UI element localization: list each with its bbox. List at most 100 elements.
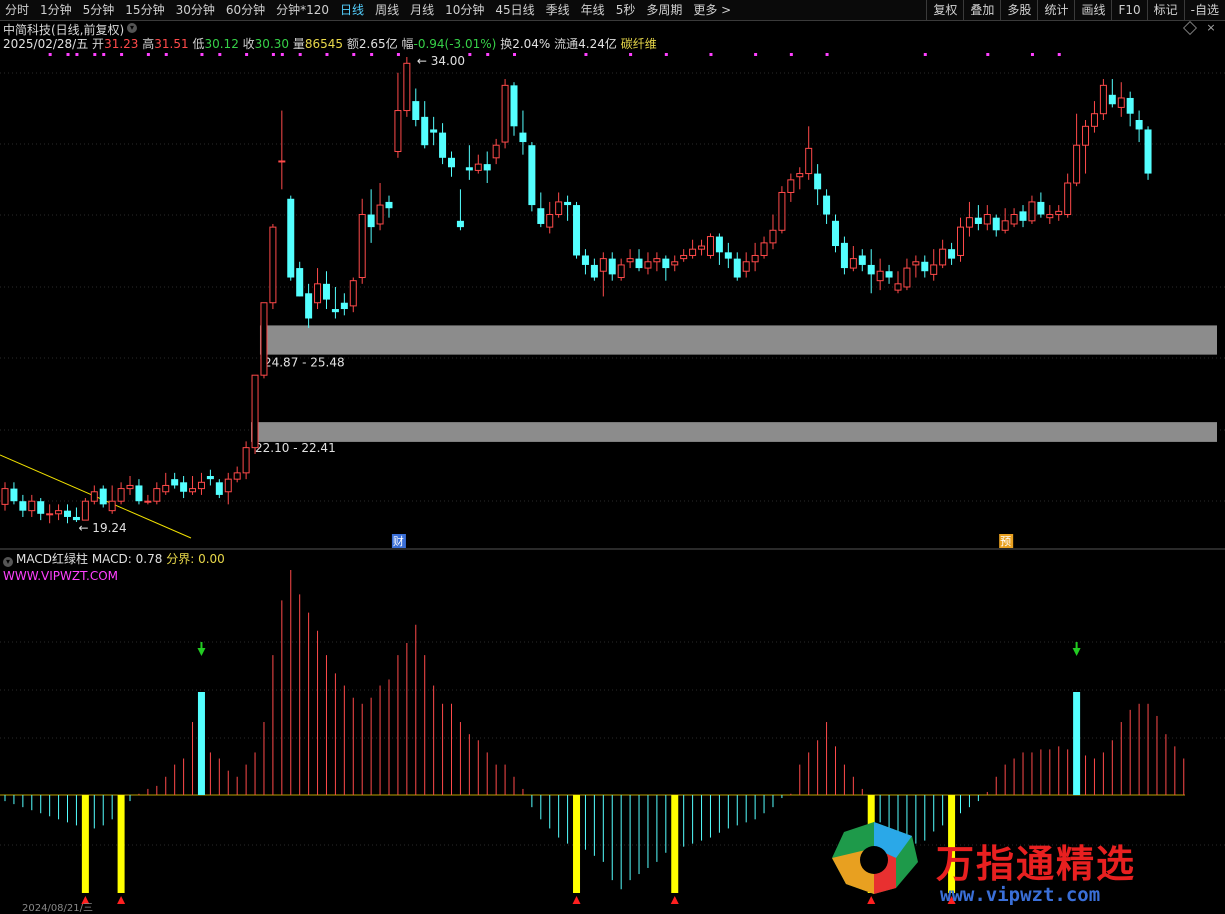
tool-button-1[interactable]: 叠加	[963, 0, 1000, 20]
candle-body	[662, 258, 670, 269]
candle-body	[55, 510, 63, 515]
candle-body	[233, 472, 241, 480]
candle-body	[510, 85, 518, 127]
candle-body	[930, 264, 938, 275]
candle-body	[760, 242, 768, 256]
float-label: 流通	[554, 37, 579, 51]
tool-buttons: 复权 叠加 多股 统计 画线 F10 标记 -自选	[926, 0, 1225, 20]
candle-body	[1073, 144, 1081, 184]
chevron-down-icon[interactable]: ▾	[3, 557, 13, 567]
candle-body	[590, 264, 598, 278]
top-marker	[102, 53, 106, 56]
candle-body	[367, 214, 375, 228]
candle-body	[921, 261, 929, 272]
tab-period-6[interactable]: 分钟*120	[271, 0, 335, 20]
tab-period-8[interactable]: 周线	[370, 0, 405, 20]
tab-period-0[interactable]: 分时	[0, 0, 35, 20]
concept-tag[interactable]: 碳纤维	[621, 37, 657, 51]
tab-period-5[interactable]: 60分钟	[221, 0, 271, 20]
tab-period-15[interactable]: 多周期	[641, 0, 688, 20]
candle-body	[769, 229, 777, 244]
tab-period-14[interactable]: 5秒	[611, 0, 642, 20]
candle-body	[894, 283, 902, 291]
top-marker	[164, 53, 168, 56]
tab-period-4[interactable]: 30分钟	[171, 0, 221, 20]
top-marker	[1030, 53, 1034, 56]
high-price-label: ← 34.00	[417, 54, 465, 68]
candle-body	[269, 226, 277, 304]
tab-period-9[interactable]: 月线	[405, 0, 440, 20]
candle-body	[403, 62, 411, 112]
candle-body	[555, 201, 563, 216]
candle-body	[251, 374, 259, 449]
candle-body	[1090, 113, 1098, 127]
candle-body	[1010, 214, 1018, 225]
candle-body	[706, 236, 714, 256]
candle-body	[430, 129, 438, 133]
top-marker	[75, 53, 79, 56]
candle-body	[689, 248, 697, 256]
candle-body	[394, 110, 402, 153]
tab-period-13[interactable]: 年线	[576, 0, 611, 20]
top-marker	[325, 53, 329, 56]
candle-body	[876, 270, 884, 282]
candle-body	[528, 145, 536, 206]
candle-body	[135, 485, 143, 502]
candle-body	[653, 258, 661, 263]
tab-period-16[interactable]: 更多 >	[688, 0, 737, 20]
candle-body	[537, 208, 545, 224]
candle-body	[546, 214, 554, 228]
top-marker	[396, 53, 400, 56]
change-value: -0.94(-3.01%)	[413, 37, 497, 51]
candle-body	[197, 481, 205, 490]
candle-body	[671, 261, 679, 266]
candle-body	[456, 220, 464, 228]
tab-period-2[interactable]: 5分钟	[78, 0, 121, 20]
candle-body	[305, 293, 313, 319]
turnover-label: 换	[500, 37, 513, 51]
candle-body	[778, 191, 786, 231]
top-marker	[271, 53, 275, 56]
top-marker	[584, 53, 588, 56]
tab-period-12[interactable]: 季线	[541, 0, 576, 20]
amount-label: 额	[346, 37, 359, 51]
candle-body	[37, 501, 45, 514]
tab-period-1[interactable]: 1分钟	[35, 0, 78, 20]
candle-body	[796, 173, 804, 178]
candle-body	[99, 488, 107, 505]
candle-body	[260, 302, 268, 376]
tab-period-11[interactable]: 45日线	[490, 0, 540, 20]
tool-button-0[interactable]: 复权	[926, 0, 963, 20]
top-marker	[923, 53, 927, 56]
candle-body	[206, 476, 214, 480]
signal-down-arrow	[1072, 642, 1081, 656]
candle-body	[349, 280, 357, 307]
chevron-down-icon[interactable]: ▾	[127, 23, 137, 33]
tab-period-10[interactable]: 10分钟	[440, 0, 490, 20]
top-marker	[245, 53, 249, 56]
tool-button-3[interactable]: 统计	[1037, 0, 1074, 20]
candle-body	[64, 510, 72, 517]
turnover-value: 2.04%	[512, 37, 551, 51]
candle-body	[314, 283, 322, 304]
tab-period-7[interactable]: 日线	[335, 0, 370, 20]
watermark-text: 万指通精选	[936, 842, 1137, 886]
stock-chart[interactable]: 24.87 - 25.48 22.10 - 22.41 ← 34.00 ← 19.24…	[0, 0, 1225, 910]
candle-body	[912, 261, 920, 266]
macd-signal-bar	[197, 692, 205, 795]
tool-button-6[interactable]: 标记	[1146, 0, 1184, 20]
candle-body	[948, 249, 956, 259]
top-marker	[218, 53, 222, 56]
tool-button-7[interactable]: -自选	[1183, 0, 1225, 20]
close-icon[interactable]: ×	[1206, 22, 1216, 33]
float-value: 4.24亿	[578, 37, 617, 51]
candle-body	[1028, 201, 1036, 222]
tab-period-3[interactable]: 15分钟	[120, 0, 170, 20]
tool-button-5[interactable]: F10	[1111, 0, 1146, 20]
watermark-url: www.vipwzt.com	[940, 884, 1101, 906]
event-marker-label: 财	[393, 534, 404, 548]
tool-button-2[interactable]: 多股	[1000, 0, 1037, 20]
tool-button-4[interactable]: 画线	[1074, 0, 1111, 20]
watermark-logo	[832, 822, 918, 894]
diamond-icon[interactable]	[1182, 20, 1198, 36]
